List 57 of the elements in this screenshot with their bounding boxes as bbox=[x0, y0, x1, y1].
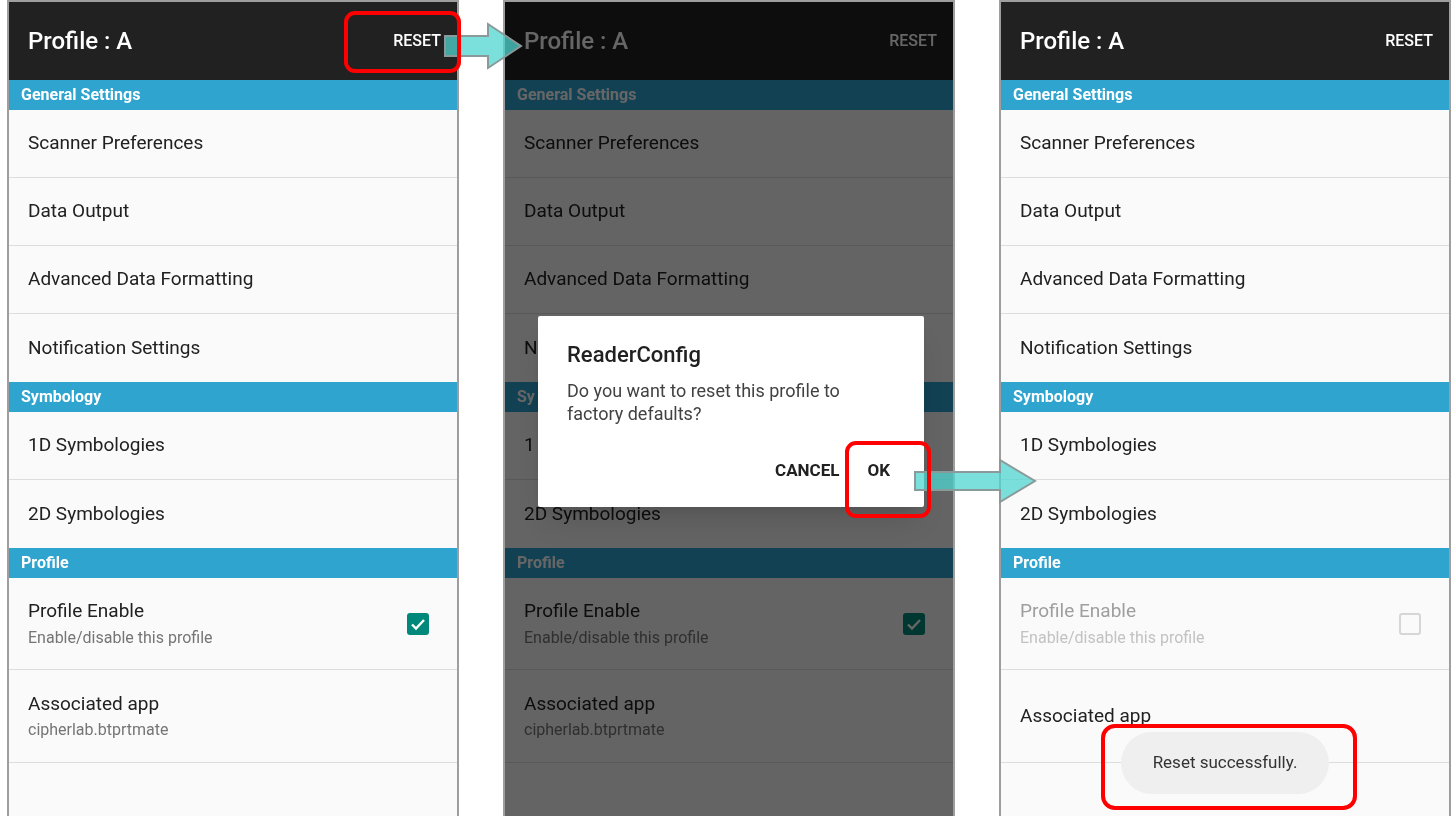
settings-row[interactable]: Profile Enable Enable/disable this profile bbox=[9, 578, 457, 670]
row-title: Scanner Preferences bbox=[28, 130, 204, 157]
row-title: Advanced Data Formatting bbox=[524, 266, 750, 293]
dialog-title: ReaderConfig bbox=[567, 341, 702, 369]
row-subtitle: cipherlab.btprtmate bbox=[28, 719, 169, 742]
row-title: Profile Enable bbox=[524, 598, 641, 625]
settings-row[interactable]: 2D Symbologies bbox=[1001, 480, 1449, 548]
settings-row[interactable]: Advanced Data Formatting bbox=[9, 246, 457, 314]
settings-row[interactable]: Data Output bbox=[1001, 178, 1449, 246]
screen-title: Profile : A bbox=[28, 26, 133, 57]
row-title: Notification Settings bbox=[1020, 334, 1193, 361]
row-title: Profile Enable bbox=[1020, 598, 1137, 625]
dialog-button[interactable]: OK bbox=[857, 449, 900, 493]
section-header: General Settings bbox=[505, 80, 953, 110]
settings-row[interactable]: 1D Symbologies bbox=[9, 412, 457, 480]
settings-row[interactable]: Notification Settings bbox=[1001, 314, 1449, 382]
row-title: Associated app bbox=[28, 690, 161, 717]
section-header: Profile bbox=[505, 548, 953, 578]
row-title: Data Output bbox=[1020, 198, 1122, 225]
settings-row[interactable]: Associated app cipherlab.btprtmate bbox=[9, 670, 457, 762]
screen-title: Profile : A bbox=[524, 26, 629, 57]
row-title: Scanner Preferences bbox=[524, 130, 700, 157]
screen-title: Profile : A bbox=[1020, 26, 1125, 57]
settings-row[interactable]: Scanner Preferences bbox=[1001, 110, 1449, 178]
settings-row[interactable]: 2D Symbologies bbox=[9, 480, 457, 548]
row-title: 2D Symbologies bbox=[1020, 500, 1157, 527]
section-header: General Settings bbox=[9, 80, 457, 110]
row-title: 1D Symbologies bbox=[1020, 432, 1157, 459]
row-title: Advanced Data Formatting bbox=[1020, 266, 1246, 293]
checkbox[interactable] bbox=[903, 612, 925, 635]
row-title: Scanner Preferences bbox=[1020, 130, 1196, 157]
row-title: Notification Settings bbox=[28, 334, 201, 361]
row-title: Advanced Data Formatting bbox=[28, 266, 254, 293]
row-title: 2D Symbologies bbox=[524, 500, 661, 527]
settings-row[interactable]: Data Output bbox=[9, 178, 457, 246]
row-title: 1D Symbologies bbox=[28, 432, 165, 459]
settings-row[interactable]: Scanner Preferences bbox=[9, 110, 457, 178]
settings-row[interactable]: Advanced Data Formatting bbox=[1001, 246, 1449, 314]
row-title: Associated app bbox=[524, 690, 657, 717]
dialog-button[interactable]: CANCEL bbox=[765, 449, 850, 493]
row-title: 2D Symbologies bbox=[28, 500, 165, 527]
section-header: Profile bbox=[9, 548, 457, 578]
row-title: 1 bbox=[524, 432, 535, 459]
reset-button[interactable]: RESET bbox=[393, 29, 441, 53]
settings-row[interactable]: Notification Settings bbox=[9, 314, 457, 382]
reset-button[interactable]: RESET bbox=[1385, 29, 1433, 53]
checkbox[interactable] bbox=[407, 612, 429, 635]
section-header: Symbology bbox=[1001, 382, 1449, 412]
row-subtitle: Enable/disable this profile bbox=[1020, 626, 1205, 649]
toast: Reset successfully. bbox=[1121, 732, 1329, 794]
section-header: Profile bbox=[1001, 548, 1449, 578]
section-header: General Settings bbox=[1001, 80, 1449, 110]
row-title: Data Output bbox=[524, 198, 626, 225]
row-title: Profile Enable bbox=[28, 598, 145, 625]
row-subtitle: Enable/disable this profile bbox=[28, 626, 213, 649]
row-title: Data Output bbox=[28, 198, 130, 225]
section-header: Symbology bbox=[9, 382, 457, 412]
